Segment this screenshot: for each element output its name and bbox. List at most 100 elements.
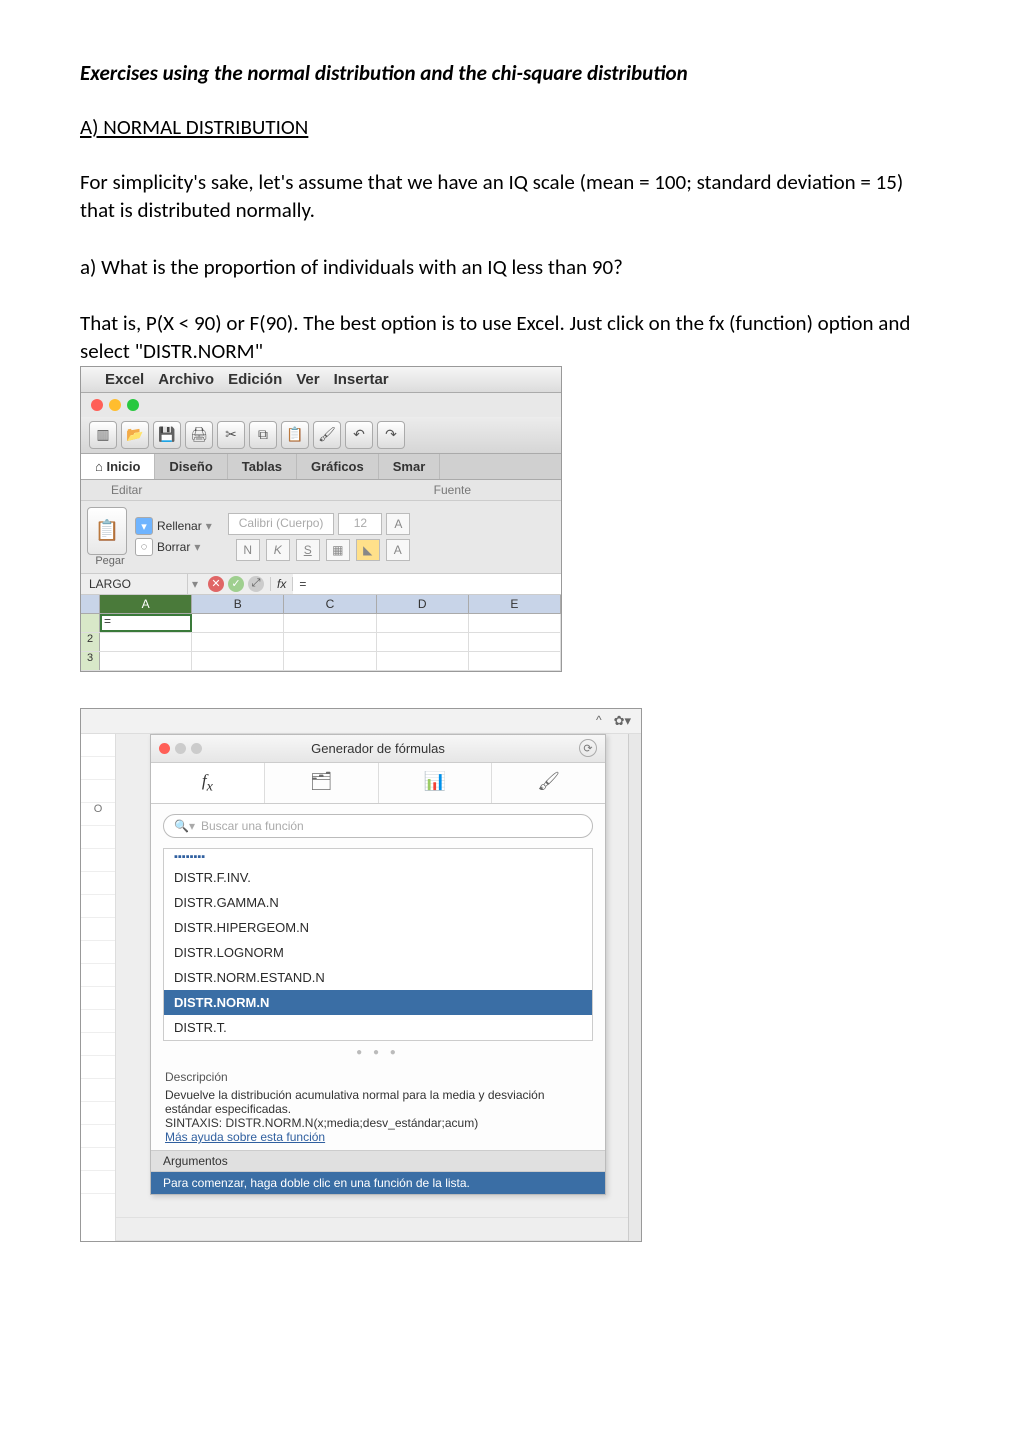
list-item-distr-norm-n[interactable]: DISTR.NORM.N: [164, 990, 592, 1015]
gear-icon[interactable]: ✿▾: [614, 713, 631, 729]
paste-icon[interactable]: 📋: [281, 421, 309, 449]
cell-a1[interactable]: =: [100, 614, 192, 632]
cell-a3[interactable]: [100, 652, 192, 670]
tab-inicio[interactable]: ⌂ Inicio: [81, 454, 155, 479]
list-item-distr-t[interactable]: DISTR.T.: [164, 1015, 592, 1040]
name-box-dropdown-icon[interactable]: ▾: [188, 577, 202, 591]
chevron-up-icon[interactable]: ^: [596, 713, 602, 729]
tab-reference[interactable]: 📊: [378, 763, 492, 803]
ribbon-home-area: 📋 Pegar ▾ Rellenar ▾ ◌ Borrar ▾ Calibri …: [81, 501, 561, 574]
col-b[interactable]: B: [192, 595, 284, 613]
menu-ver[interactable]: Ver: [296, 371, 319, 388]
list-item-distr-f-inv[interactable]: DISTR.F.INV.: [164, 865, 592, 890]
list-item-distr-gamma-n[interactable]: DISTR.GAMMA.N: [164, 890, 592, 915]
quick-access-toolbar: ▥ 📂 💾 🖨 ✂ ⧉ 📋 🖌 ↶ ↷: [81, 417, 561, 454]
ribbon-group-labels: Editar Fuente: [81, 480, 561, 501]
font-size-box[interactable]: 12: [338, 513, 382, 535]
paragraph-3: That is, P(X < 90) or F(90). The best op…: [80, 309, 940, 366]
scrollbar-vertical[interactable]: [628, 734, 641, 1241]
clear-icon[interactable]: ◌: [135, 538, 153, 556]
font-name-box[interactable]: Calibri (Cuerpo): [228, 513, 335, 535]
row-1-header[interactable]: [81, 614, 100, 632]
tab-fx[interactable]: fx: [151, 763, 264, 803]
col-e[interactable]: E: [469, 595, 561, 613]
name-box[interactable]: LARGO: [81, 574, 188, 594]
function-list[interactable]: ▪▪▪▪▪▪▪▪ DISTR.F.INV. DISTR.GAMMA.N DIST…: [163, 848, 593, 1041]
list-item-distr-hipergeom-n[interactable]: DISTR.HIPERGEOM.N: [164, 915, 592, 940]
formula-input[interactable]: =: [293, 574, 561, 594]
cell-e1[interactable]: [469, 614, 561, 632]
fill-icon[interactable]: ▾: [135, 517, 153, 535]
cell-d2[interactable]: [377, 633, 469, 651]
clear-label[interactable]: Borrar: [157, 540, 190, 554]
resize-grip-icon[interactable]: ● ● ●: [151, 1041, 605, 1064]
row-2-header[interactable]: 2: [81, 633, 100, 651]
new-doc-icon[interactable]: ▥: [89, 421, 117, 449]
cell-c1[interactable]: [284, 614, 376, 632]
cell-c2[interactable]: [284, 633, 376, 651]
dropdown-icon[interactable]: ▾: [206, 519, 212, 533]
tab-graficos[interactable]: Gráficos: [297, 454, 379, 479]
cell-e2[interactable]: [469, 633, 561, 651]
cell-a2[interactable]: [100, 633, 192, 651]
fill-color-button[interactable]: ◣: [356, 539, 380, 561]
row-3-header[interactable]: 3: [81, 652, 100, 670]
list-item-distr-lognorm[interactable]: DISTR.LOGNORM: [164, 940, 592, 965]
cell-b1[interactable]: [192, 614, 284, 632]
select-all-cell[interactable]: [81, 595, 100, 613]
cut-icon[interactable]: ✂: [217, 421, 245, 449]
tab-tablas[interactable]: Tablas: [228, 454, 297, 479]
confirm-icon[interactable]: ✓: [228, 576, 244, 592]
font-color-button[interactable]: A: [386, 539, 410, 561]
fx-icon[interactable]: fx: [270, 577, 293, 591]
col-d[interactable]: D: [377, 595, 469, 613]
description-heading: Descripción: [165, 1070, 591, 1084]
close-icon[interactable]: [91, 399, 103, 411]
undo-icon[interactable]: ↶: [345, 421, 373, 449]
fx-expand-icon[interactable]: ⤢: [248, 576, 264, 592]
dropdown-icon[interactable]: ▾: [194, 540, 200, 554]
cell-b2[interactable]: [192, 633, 284, 651]
refresh-icon[interactable]: ⟳: [579, 739, 597, 757]
redo-icon[interactable]: ↷: [377, 421, 405, 449]
copy-icon[interactable]: ⧉: [249, 421, 277, 449]
open-icon[interactable]: 📂: [121, 421, 149, 449]
list-item-distr-norm-estand-n[interactable]: DISTR.NORM.ESTAND.N: [164, 965, 592, 990]
menu-insertar[interactable]: Insertar: [334, 371, 389, 388]
minimize-icon[interactable]: [109, 399, 121, 411]
bold-button[interactable]: N: [236, 539, 260, 561]
search-icon: 🔍▾: [174, 819, 195, 833]
col-a[interactable]: A: [100, 595, 192, 613]
tab-diseno[interactable]: Diseño: [155, 454, 227, 479]
more-help-link[interactable]: Más ayuda sobre esta función: [165, 1130, 591, 1144]
cell-e3[interactable]: [469, 652, 561, 670]
italic-button[interactable]: K: [266, 539, 290, 561]
cell-b3[interactable]: [192, 652, 284, 670]
format-painter-icon[interactable]: 🖌: [313, 421, 341, 449]
menu-edicion[interactable]: Edición: [228, 371, 282, 388]
cell-c3[interactable]: [284, 652, 376, 670]
tab-compat[interactable]: 🖌: [491, 763, 605, 803]
menu-archivo[interactable]: Archivo: [158, 371, 214, 388]
tab-scrapbook[interactable]: 🗂: [264, 763, 378, 803]
function-search[interactable]: 🔍▾ Buscar una función: [163, 814, 593, 838]
font-grow-icon[interactable]: A: [386, 513, 410, 535]
fill-label[interactable]: Rellenar: [157, 519, 202, 533]
function-description: Descripción Devuelve la distribución acu…: [151, 1064, 605, 1150]
tab-smartart[interactable]: Smar: [379, 454, 441, 479]
print-icon[interactable]: 🖨: [185, 421, 213, 449]
save-icon[interactable]: 💾: [153, 421, 181, 449]
list-item-truncated-top[interactable]: ▪▪▪▪▪▪▪▪: [164, 849, 592, 865]
underline-button[interactable]: S: [296, 539, 320, 561]
minimize-icon[interactable]: [175, 743, 186, 754]
cell-d1[interactable]: [377, 614, 469, 632]
close-icon[interactable]: [159, 743, 170, 754]
paste-button[interactable]: 📋: [87, 507, 127, 555]
menu-excel[interactable]: Excel: [105, 371, 144, 388]
cell-d3[interactable]: [377, 652, 469, 670]
zoom-icon[interactable]: [191, 743, 202, 754]
zoom-icon[interactable]: [127, 399, 139, 411]
col-c[interactable]: C: [284, 595, 376, 613]
border-button[interactable]: ▦: [326, 539, 350, 561]
cancel-icon[interactable]: ✕: [208, 576, 224, 592]
